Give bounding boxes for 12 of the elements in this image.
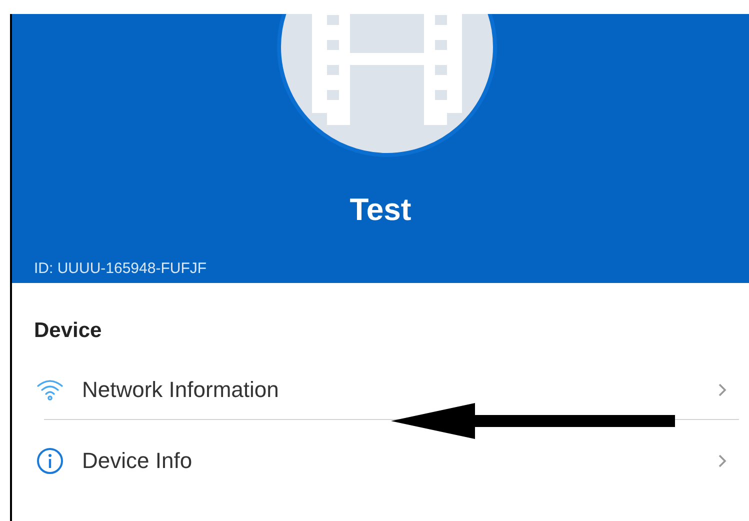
info-icon xyxy=(36,446,64,474)
row-label: Network Information xyxy=(82,376,280,404)
menu-row[interactable]: Network Information xyxy=(12,360,749,418)
film-icon xyxy=(312,14,462,125)
menu-row[interactable]: Device Info xyxy=(12,432,749,490)
chevron-icon xyxy=(718,454,727,468)
device-id: ID: UUUU-165948-FUFJF xyxy=(34,258,207,278)
chevron-icon xyxy=(718,382,727,396)
row-label: Device Info xyxy=(82,447,194,475)
section-heading: Device xyxy=(34,318,103,344)
wifi-icon xyxy=(36,378,64,400)
device-title: Test xyxy=(350,191,412,229)
